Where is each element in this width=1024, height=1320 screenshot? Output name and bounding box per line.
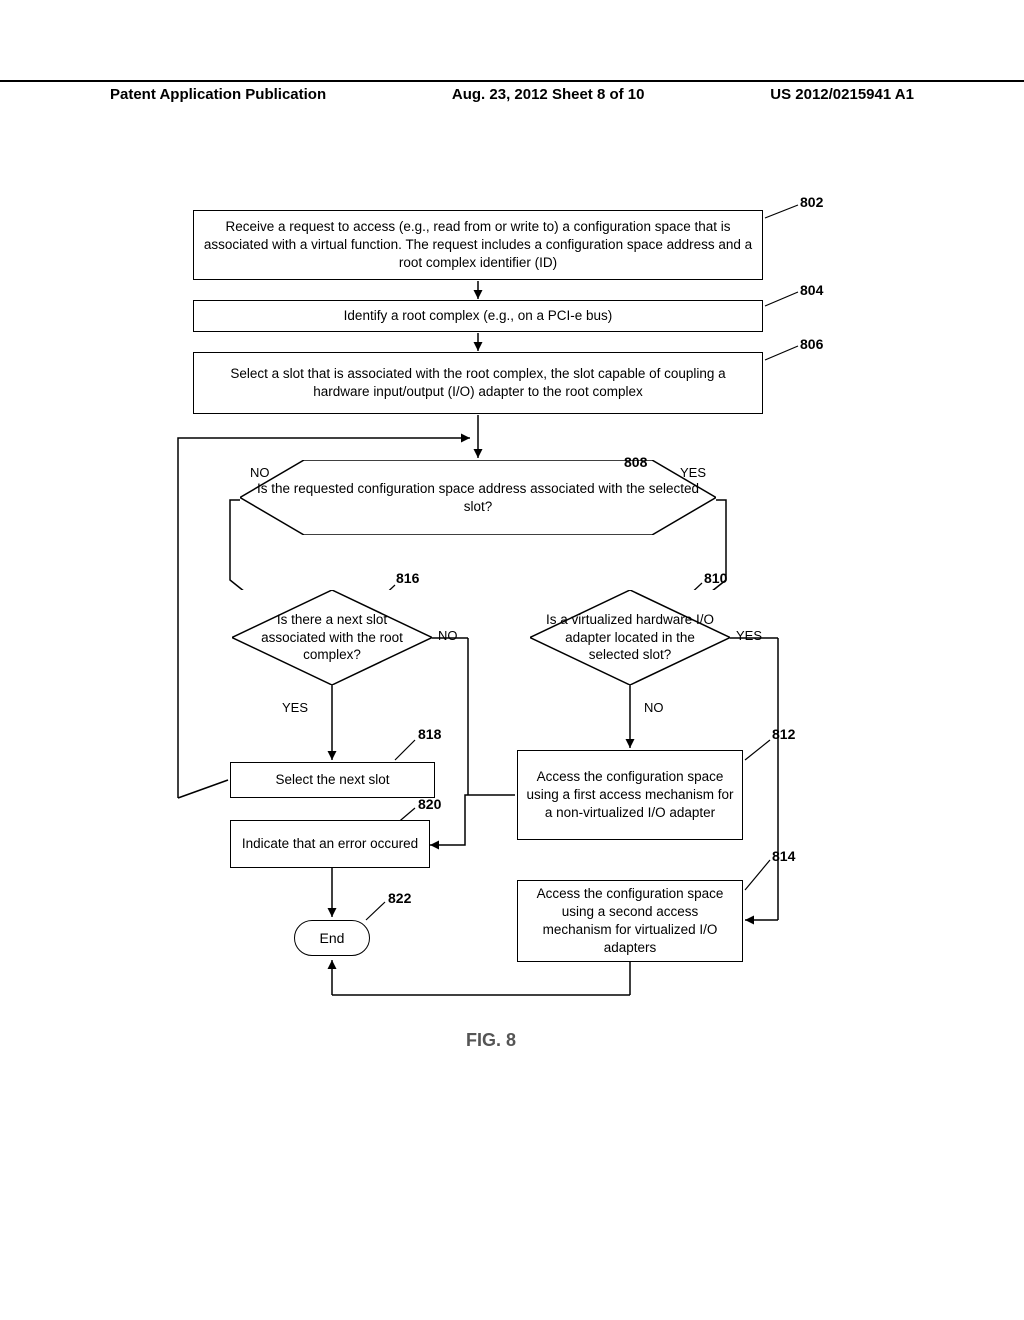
- step-814-text: Access the configuration space using a s…: [526, 885, 734, 958]
- ref-818: 818: [418, 726, 441, 742]
- terminator-end: End: [294, 920, 370, 956]
- ref-820: 820: [418, 796, 441, 812]
- step-820: Indicate that an error occured: [230, 820, 430, 868]
- decision-808: Is the requested configuration space add…: [240, 460, 716, 535]
- ref-816: 816: [396, 570, 419, 586]
- ref-808: 808: [624, 454, 647, 470]
- decision-808-text: Is the requested configuration space add…: [240, 480, 716, 515]
- label-808-yes: YES: [680, 465, 706, 480]
- decision-816: Is there a next slot associated with the…: [232, 590, 432, 685]
- page-header: Patent Application Publication Aug. 23, …: [0, 80, 1024, 103]
- ref-814: 814: [772, 848, 795, 864]
- decision-810: Is a virtualized hardware I/O adapter lo…: [530, 590, 730, 685]
- label-816-yes: YES: [282, 700, 308, 715]
- ref-812: 812: [772, 726, 795, 742]
- step-804: Identify a root complex (e.g., on a PCI-…: [193, 300, 763, 332]
- decision-816-text: Is there a next slot associated with the…: [232, 611, 432, 664]
- figure-caption: FIG. 8: [466, 1030, 516, 1051]
- flowchart: Receive a request to access (e.g., read …: [170, 200, 850, 1120]
- ref-822: 822: [388, 890, 411, 906]
- label-810-no: NO: [644, 700, 664, 715]
- step-814: Access the configuration space using a s…: [517, 880, 743, 962]
- ref-806: 806: [800, 336, 823, 352]
- step-802-text: Receive a request to access (e.g., read …: [202, 218, 754, 273]
- label-816-no: NO: [438, 628, 458, 643]
- header-right: US 2012/0215941 A1: [770, 86, 914, 103]
- step-804-text: Identify a root complex (e.g., on a PCI-…: [344, 307, 613, 325]
- header-center: Aug. 23, 2012 Sheet 8 of 10: [452, 86, 645, 103]
- step-818: Select the next slot: [230, 762, 435, 798]
- header-left: Patent Application Publication: [110, 86, 326, 103]
- step-802: Receive a request to access (e.g., read …: [193, 210, 763, 280]
- terminator-end-text: End: [320, 930, 345, 946]
- ref-804: 804: [800, 282, 823, 298]
- step-806: Select a slot that is associated with th…: [193, 352, 763, 414]
- step-812-text: Access the configuration space using a f…: [526, 768, 734, 823]
- step-806-text: Select a slot that is associated with th…: [202, 365, 754, 401]
- step-812: Access the configuration space using a f…: [517, 750, 743, 840]
- step-820-text: Indicate that an error occured: [242, 835, 418, 853]
- step-818-text: Select the next slot: [275, 771, 389, 789]
- decision-810-text: Is a virtualized hardware I/O adapter lo…: [530, 611, 730, 664]
- ref-802: 802: [800, 194, 823, 210]
- ref-810: 810: [704, 570, 727, 586]
- label-808-no: NO: [250, 465, 270, 480]
- label-810-yes: YES: [736, 628, 762, 643]
